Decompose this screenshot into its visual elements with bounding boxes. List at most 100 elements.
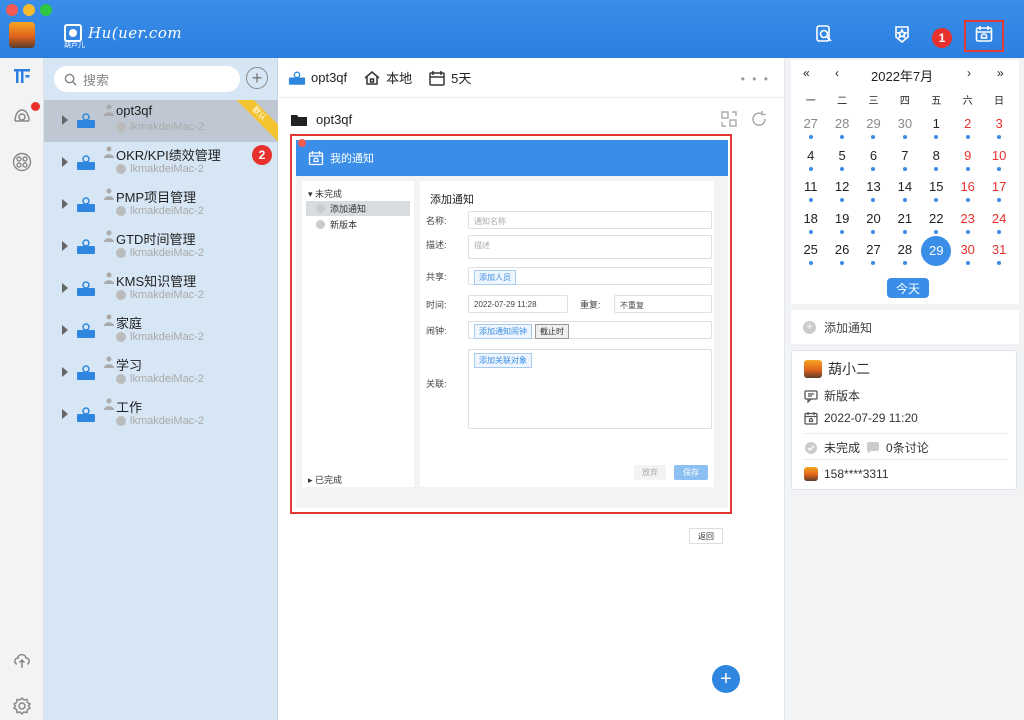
calendar-day[interactable]: 25 bbox=[795, 242, 826, 270]
calendar-day[interactable]: 5 bbox=[826, 148, 857, 176]
calendar-day[interactable]: 21 bbox=[889, 211, 920, 239]
calendar-day[interactable]: 19 bbox=[826, 211, 857, 239]
calendar-day[interactable]: 23 bbox=[952, 211, 983, 239]
calendar-day[interactable]: 20 bbox=[858, 211, 889, 239]
close-window-button[interactable] bbox=[6, 4, 18, 16]
search-icon bbox=[64, 73, 77, 86]
calendar-day[interactable]: 29 bbox=[921, 236, 952, 270]
calendar-day[interactable]: 16 bbox=[952, 179, 983, 207]
more-options-button[interactable]: • • • bbox=[741, 72, 770, 86]
favorite-icon[interactable] bbox=[890, 22, 914, 46]
link-field[interactable]: 添加关联对象 bbox=[468, 349, 712, 429]
search-icon[interactable] bbox=[812, 22, 836, 46]
tree-item[interactable]: GTD时间管理 lkmakdeiMac-2 bbox=[44, 226, 278, 268]
tree-item[interactable]: opt3qf lkmakdeiMac-2 默认 bbox=[44, 100, 278, 143]
settings-gear-icon[interactable] bbox=[10, 694, 34, 718]
zoom-window-button[interactable] bbox=[40, 4, 52, 16]
add-notification-button[interactable]: + 添加通知 bbox=[791, 310, 1019, 344]
notification-calendar-icon[interactable] bbox=[972, 22, 996, 46]
expand-arrow-icon[interactable] bbox=[62, 409, 68, 419]
tree-item[interactable]: 工作 lkmakdeiMac-2 bbox=[44, 394, 278, 436]
apps-icon[interactable] bbox=[10, 150, 34, 174]
next-month-button[interactable]: › bbox=[967, 66, 971, 80]
calendar-day[interactable]: 30 bbox=[889, 116, 920, 144]
prev-month-button[interactable]: ‹ bbox=[835, 66, 839, 80]
calendar-day[interactable]: 14 bbox=[889, 179, 920, 207]
repo-breadcrumb[interactable]: opt3qf bbox=[288, 70, 347, 86]
expand-arrow-icon[interactable] bbox=[62, 367, 68, 377]
tree-item[interactable]: 家庭 lkmakdeiMac-2 bbox=[44, 310, 278, 352]
location-filter[interactable]: 本地 bbox=[363, 68, 412, 87]
expand-arrow-icon[interactable] bbox=[62, 199, 68, 209]
check-circle-icon[interactable] bbox=[804, 441, 818, 455]
close-window-button[interactable] bbox=[298, 139, 306, 147]
notification-card[interactable]: 葫小二 新版本 2022-07-29 11:20 未完成 0条讨论 158***… bbox=[791, 350, 1017, 490]
calendar-day[interactable]: 30 bbox=[952, 242, 983, 270]
calendar-day[interactable]: 4 bbox=[795, 148, 826, 176]
back-button[interactable]: 返回 bbox=[689, 528, 723, 544]
tree-item[interactable]: OKR/KPI绩效管理 lkmakdeiMac-2 bbox=[44, 142, 278, 184]
calendar-day[interactable]: 29 bbox=[858, 116, 889, 144]
time-input[interactable]: 2022-07-29 11:28 bbox=[468, 295, 568, 313]
today-button[interactable]: 今天 bbox=[887, 278, 929, 298]
expand-arrow-icon[interactable] bbox=[62, 241, 68, 251]
notification-list: ▾ 未完成 添加通知 新版本 ▸ 已完成 bbox=[302, 181, 414, 487]
calendar-day[interactable]: 11 bbox=[795, 179, 826, 207]
alarm-field[interactable]: 添加通知闹钟 截止时 bbox=[468, 321, 712, 339]
tree-item[interactable]: PMP项目管理 lkmakdeiMac-2 bbox=[44, 184, 278, 226]
expand-arrow-icon[interactable] bbox=[62, 115, 68, 125]
next-year-button[interactable]: » bbox=[997, 66, 1004, 80]
discard-button[interactable]: 放弃 bbox=[634, 465, 666, 480]
calendar-day[interactable]: 2 bbox=[952, 116, 983, 144]
calendar-day[interactable]: 12 bbox=[826, 179, 857, 207]
calendar-day[interactable]: 7 bbox=[889, 148, 920, 176]
add-repository-button[interactable]: + bbox=[246, 67, 268, 89]
calendar-day[interactable]: 17 bbox=[983, 179, 1014, 207]
calendar-day[interactable]: 15 bbox=[921, 179, 952, 207]
calendar-day[interactable]: 18 bbox=[795, 211, 826, 239]
calendar-day[interactable]: 8 bbox=[921, 148, 952, 176]
layout-switch-icon[interactable] bbox=[720, 110, 738, 128]
workspace-icon[interactable] bbox=[10, 64, 34, 88]
event-dot bbox=[934, 135, 939, 139]
calendar-day[interactable]: 22 bbox=[921, 211, 952, 239]
add-item-button[interactable]: + bbox=[712, 665, 740, 693]
tree-item[interactable]: KMS知识管理 lkmakdeiMac-2 bbox=[44, 268, 278, 310]
user-avatar[interactable] bbox=[9, 22, 35, 48]
expand-arrow-icon[interactable] bbox=[62, 325, 68, 335]
expand-arrow-icon[interactable] bbox=[62, 157, 68, 167]
calendar-day[interactable]: 28 bbox=[826, 116, 857, 144]
days-filter[interactable]: 5天 bbox=[428, 68, 471, 87]
group-incomplete[interactable]: ▾ 未完成 bbox=[308, 187, 342, 200]
prev-year-button[interactable]: « bbox=[803, 66, 810, 80]
calendar-day[interactable]: 6 bbox=[858, 148, 889, 176]
calendar-day[interactable]: 27 bbox=[858, 242, 889, 270]
repeat-select[interactable]: 不重复 bbox=[614, 295, 712, 313]
share-field[interactable]: 添加人员 bbox=[468, 267, 712, 285]
calendar-day[interactable]: 28 bbox=[889, 242, 920, 270]
calendar-day[interactable]: 3 bbox=[983, 116, 1014, 144]
name-input[interactable]: 通知名称 bbox=[468, 211, 712, 229]
calendar-header: « ‹ 2022年7月 › » bbox=[791, 64, 1019, 84]
list-item[interactable]: 新版本 bbox=[306, 217, 410, 232]
list-item[interactable]: 添加通知 bbox=[306, 201, 410, 216]
calendar-day[interactable]: 13 bbox=[858, 179, 889, 207]
description-input[interactable]: 描述 bbox=[468, 235, 712, 259]
tree-item[interactable]: 学习 lkmakdeiMac-2 bbox=[44, 352, 278, 394]
calendar-day[interactable]: 9 bbox=[952, 148, 983, 176]
expand-arrow-icon[interactable] bbox=[62, 283, 68, 293]
calendar-day[interactable]: 31 bbox=[983, 242, 1014, 270]
refresh-icon[interactable] bbox=[750, 110, 768, 128]
calendar-day[interactable]: 1 bbox=[921, 116, 952, 144]
minimize-window-button[interactable] bbox=[23, 4, 35, 16]
calendar-day[interactable]: 26 bbox=[826, 242, 857, 270]
repository-icon bbox=[77, 239, 95, 254]
sync-icon[interactable] bbox=[10, 648, 34, 672]
calendar-day[interactable]: 10 bbox=[983, 148, 1014, 176]
calendar-day[interactable]: 24 bbox=[983, 211, 1014, 239]
group-completed[interactable]: ▸ 已完成 bbox=[308, 473, 342, 486]
search-input[interactable]: 搜索 bbox=[54, 66, 240, 92]
calendar-day[interactable]: 27 bbox=[795, 116, 826, 144]
add-notification-form: 添加通知 名称: 通知名称 描述: 描述 共享: 添加人员 时间: 2022-0… bbox=[420, 181, 714, 487]
save-button[interactable]: 保存 bbox=[674, 465, 708, 480]
